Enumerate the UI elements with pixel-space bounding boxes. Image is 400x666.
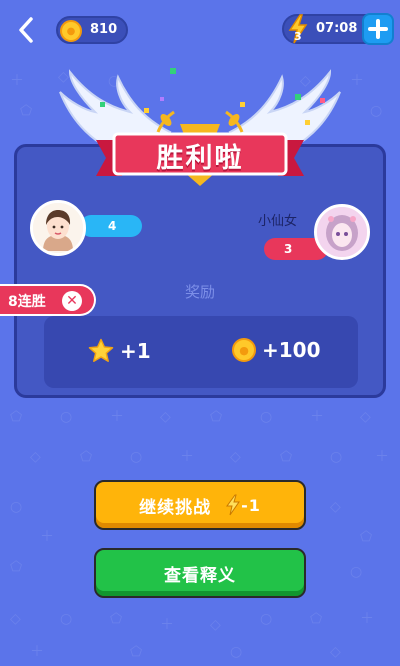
- reward-label: 奖励: [184, 283, 215, 301]
- coin-count: 810: [90, 22, 118, 37]
- view-definition-button[interactable]: 查看释义: [94, 548, 306, 598]
- view-definition-label: 查看释义: [164, 565, 236, 586]
- reward-coin: ● +100: [232, 338, 321, 362]
- coin-balance: ● 810: [56, 16, 128, 44]
- reward-coin-value: +100: [262, 338, 321, 362]
- close-icon: ✕: [66, 293, 78, 309]
- continue-challenge-label: 继续挑战: [139, 497, 212, 518]
- continue-challenge-button[interactable]: 继续挑战 -1: [94, 480, 306, 530]
- win-streak-label: 8连胜: [8, 294, 46, 310]
- close-streak-button[interactable]: ✕: [62, 291, 82, 311]
- add-energy-button[interactable]: [362, 13, 394, 45]
- player-left-score: 4: [80, 215, 142, 237]
- lightning-icon: [226, 494, 241, 516]
- top-bar: ● 810 3 07:08: [0, 0, 400, 60]
- back-button[interactable]: [10, 12, 42, 48]
- continue-cost-value: -1: [241, 495, 261, 515]
- reward-star: +1: [88, 338, 151, 364]
- reward-panel: +1 ● +100: [44, 316, 358, 388]
- reward-star-value: +1: [120, 339, 151, 363]
- player-left-avatar[interactable]: [30, 200, 86, 256]
- coin-icon: ●: [60, 20, 82, 42]
- player-right-avatar[interactable]: [314, 204, 370, 260]
- chevron-left-icon: [19, 17, 33, 43]
- victory-title: 胜利啦: [156, 143, 244, 174]
- avatar-anime-girl-icon: [317, 207, 367, 257]
- win-streak-badge: 8连胜 ✕: [0, 284, 96, 316]
- energy-timer: 07:08: [316, 21, 358, 36]
- plus-icon: [368, 19, 388, 39]
- energy-display: 3 07:08: [282, 13, 394, 45]
- player-right-name: 小仙女: [258, 214, 298, 229]
- continue-cost: -1: [225, 494, 261, 516]
- coin-icon: ●: [232, 338, 256, 362]
- avatar-girl-icon: [33, 203, 83, 253]
- star-icon: [88, 338, 114, 362]
- energy-count: 3: [294, 30, 302, 43]
